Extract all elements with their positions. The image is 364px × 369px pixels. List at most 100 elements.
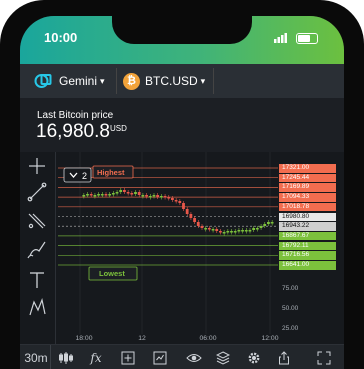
price-tag: 17321.00 — [279, 164, 336, 173]
candle — [193, 218, 196, 222]
volume-axis: 75.00 50.00 25.00 — [282, 285, 299, 332]
price-tag: 17245.44 — [279, 173, 336, 183]
candle — [100, 194, 104, 196]
candle — [259, 226, 263, 228]
level-count: 2 — [82, 171, 87, 181]
status-bar: 10:00 — [20, 16, 344, 64]
fx-icon[interactable]: fx — [84, 345, 108, 369]
price-label: Last Bitcoin price — [37, 110, 114, 121]
bitcoin-icon: ₿ — [123, 72, 140, 90]
price-header: Last Bitcoin price 16,980.8 USD — [20, 98, 344, 152]
bottom-toolbar: 30m fx — [20, 344, 344, 369]
share-icon[interactable] — [272, 345, 296, 369]
candle — [178, 201, 182, 203]
chart-area[interactable]: 2 Highest Lowest 75.00 50.00 25.00 18:00 12… — [20, 152, 344, 344]
time-tick: 18:00 — [75, 335, 92, 342]
candle — [152, 195, 156, 197]
candle — [104, 194, 108, 196]
candle — [233, 231, 237, 233]
candle — [252, 228, 256, 230]
candle — [156, 195, 160, 197]
candle — [222, 232, 226, 234]
candle — [159, 196, 163, 198]
fullscreen-icon[interactable] — [312, 345, 336, 369]
volume-tick: 75.00 — [282, 285, 299, 292]
candle — [207, 228, 211, 230]
symbol-label: BTC.USD — [145, 74, 198, 88]
candle — [211, 229, 215, 231]
candles — [82, 188, 274, 236]
candle — [241, 230, 244, 232]
exchange-label: Gemini — [59, 74, 98, 88]
candle — [215, 229, 219, 231]
candles-icon[interactable] — [54, 345, 78, 369]
candle — [111, 193, 115, 195]
candle — [82, 195, 86, 197]
price-currency: USD — [110, 124, 127, 133]
candle — [148, 196, 152, 198]
candle — [196, 222, 200, 226]
price-tag: 17018.78 — [279, 202, 336, 212]
candle — [237, 230, 241, 232]
battery-icon — [296, 33, 318, 44]
layers-icon[interactable] — [211, 345, 235, 369]
time-tick: 12 — [138, 335, 146, 342]
candle — [219, 231, 222, 233]
candle — [200, 226, 204, 228]
price-tag: 16867.67 — [279, 231, 336, 241]
add-icon[interactable] — [116, 345, 140, 369]
candle — [255, 228, 259, 230]
divider — [213, 68, 214, 94]
candle — [230, 231, 233, 233]
status-time: 10:00 — [44, 30, 78, 45]
candle — [134, 192, 137, 194]
candle — [270, 222, 274, 224]
lowest-label: Lowest — [99, 269, 125, 278]
candle — [185, 209, 189, 214]
candle — [244, 230, 248, 232]
compare-icon[interactable] — [148, 345, 172, 369]
candle — [263, 224, 267, 226]
candle — [248, 230, 252, 232]
signal-icon — [274, 33, 287, 43]
price-tag: 17094.33 — [279, 193, 336, 202]
price-tag: 16943.22 — [279, 222, 336, 231]
candle — [182, 203, 185, 209]
interval-button[interactable]: 30m — [22, 345, 51, 369]
candle — [108, 194, 112, 196]
candle — [115, 192, 119, 194]
price-tag: 16641.00 — [279, 261, 336, 270]
top-toolbar: Gemini ▾ ₿ BTC.USD ▾ — [20, 64, 344, 99]
price-tag: 16716.56 — [279, 251, 336, 260]
divider — [116, 68, 117, 94]
phone-frame: 10:00 Gemini ▾ ₿ BTC.USD ▾ Last Bitcoin … — [0, 0, 364, 369]
chevron-down-icon: ▾ — [200, 75, 206, 86]
candle — [204, 228, 208, 230]
exchange-selector[interactable]: Gemini ▾ — [34, 64, 105, 98]
settings-icon[interactable] — [242, 345, 266, 369]
candle — [267, 222, 270, 224]
notch — [112, 16, 252, 44]
symbol-selector[interactable]: ₿ BTC.USD ▾ — [123, 64, 205, 98]
time-tick: 06:00 — [199, 335, 216, 342]
candle — [130, 193, 134, 195]
eye-icon[interactable] — [180, 345, 208, 369]
candle — [226, 231, 230, 233]
time-tick: 12:00 — [261, 335, 278, 342]
price-tag: 17169.89 — [279, 183, 336, 192]
level-lines — [58, 167, 278, 266]
volume-tick: 50.00 — [282, 305, 299, 312]
candle — [171, 198, 174, 200]
candle — [167, 197, 171, 199]
candle — [189, 214, 193, 218]
grid — [79, 152, 271, 334]
gemini-logo-icon — [34, 74, 52, 88]
candle — [97, 194, 100, 196]
candle — [174, 200, 178, 202]
highest-label: Highest — [97, 168, 125, 177]
time-axis: 18:00 12 06:00 12:00 — [75, 335, 278, 342]
candle — [119, 190, 123, 192]
app-screen: 10:00 Gemini ▾ ₿ BTC.USD ▾ Last Bitcoin … — [20, 16, 344, 369]
chevron-down-icon: ▾ — [100, 75, 105, 86]
candle — [126, 192, 130, 194]
